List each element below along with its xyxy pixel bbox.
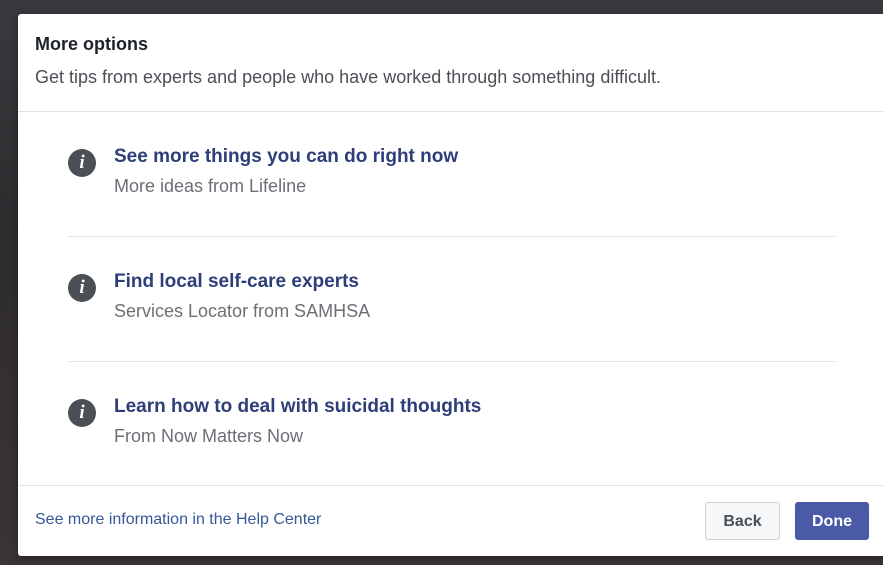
option-now-matters-now[interactable]: i Learn how to deal with suicidal though… [68, 362, 835, 486]
done-button[interactable]: Done [795, 502, 869, 540]
info-icon: i [68, 274, 96, 302]
help-center-link[interactable]: See more information in the Help Center [35, 511, 321, 529]
option-lifeline[interactable]: i See more things you can do right now M… [68, 112, 835, 237]
back-button[interactable]: Back [705, 502, 780, 540]
option-title[interactable]: Learn how to deal with suicidal thoughts [114, 396, 481, 418]
option-title[interactable]: Find local self-care experts [114, 271, 359, 293]
dialog-header: More options Get tips from experts and p… [18, 14, 883, 112]
dialog-title: More options [35, 34, 148, 54]
options-list: i See more things you can do right now M… [68, 112, 835, 486]
dialog-footer: See more information in the Help Center … [18, 485, 883, 557]
info-icon: i [68, 149, 96, 177]
option-subtitle: Services Locator from SAMHSA [114, 301, 371, 321]
info-icon: i [68, 399, 96, 427]
dialog-subtitle: Get tips from experts and people who hav… [35, 67, 662, 87]
option-samhsa[interactable]: i Find local self-care experts Services … [68, 237, 835, 362]
more-options-dialog: More options Get tips from experts and p… [18, 14, 883, 556]
option-subtitle: From Now Matters Now [114, 426, 304, 446]
option-subtitle: More ideas from Lifeline [114, 176, 307, 196]
option-title[interactable]: See more things you can do right now [114, 146, 458, 168]
